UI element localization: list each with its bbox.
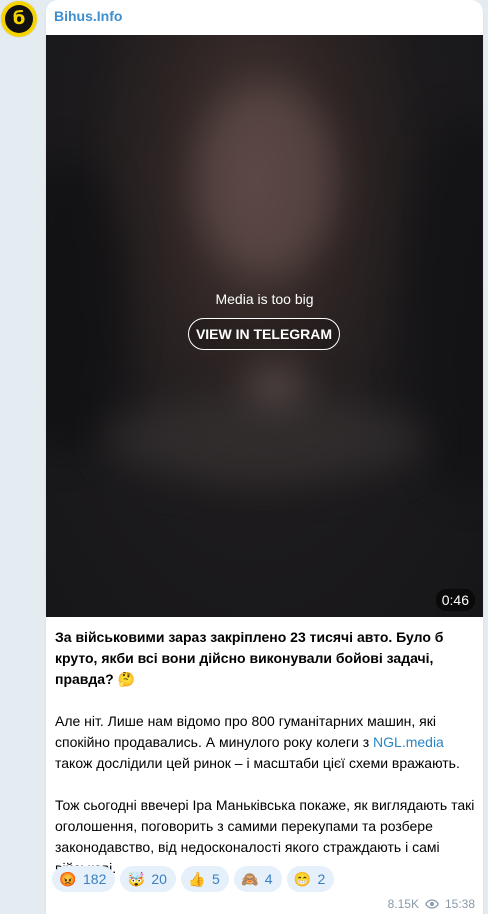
avatar-inner: б (5, 5, 33, 33)
thumbs-up-icon: 👍 (188, 871, 206, 887)
post-paragraph-2: Але ніт. Лише нам відомо про 800 гуманіт… (55, 711, 477, 774)
grinning-face-icon: 😁 (293, 871, 312, 887)
channel-avatar[interactable]: б (1, 1, 37, 37)
reaction-angry[interactable]: 😡 182 (52, 866, 116, 892)
eye-icon (425, 899, 439, 909)
reaction-count: 20 (151, 871, 167, 887)
channel-name[interactable]: Bihus.Info (54, 8, 122, 24)
message-bubble: Bihus.Info Media is too big VIEW IN TELE… (46, 0, 483, 914)
message-time: 15:38 (444, 897, 475, 911)
ngl-media-link[interactable]: NGL.media (373, 734, 444, 750)
reaction-grin[interactable]: 😁 2 (286, 866, 335, 892)
reaction-count: 182 (83, 871, 107, 887)
view-in-telegram-button[interactable]: VIEW IN TELEGRAM (188, 318, 340, 350)
reaction-mind-blown[interactable]: 🤯 20 (120, 866, 176, 892)
angry-face-icon: 😡 (59, 871, 77, 887)
post-paragraph-1: За військовими зараз закріплено 23 тисяч… (55, 629, 444, 687)
reaction-thumbs-up[interactable]: 👍 5 (180, 866, 229, 892)
blur-shape (196, 85, 336, 275)
view-count: 8.15K (387, 897, 419, 911)
post-paragraph-2-end: також дослідили цей ринок – і масштаби ц… (55, 755, 460, 771)
reaction-count: 5 (211, 871, 220, 887)
blur-shape (246, 365, 306, 405)
blur-shape (106, 395, 426, 485)
avatar-letter: б (12, 8, 26, 29)
reactions-bar: 😡 182 🤯 20 👍 5 🙈 4 😁 2 (52, 866, 339, 892)
reaction-count: 2 (317, 871, 326, 887)
see-no-evil-monkey-icon: 🙈 (241, 871, 259, 887)
exploding-head-icon: 🤯 (127, 871, 146, 887)
video-preview[interactable]: Media is too big VIEW IN TELEGRAM 0:46 (46, 35, 483, 617)
message-meta: 8.15K 15:38 (388, 897, 475, 911)
reaction-count: 4 (264, 871, 273, 887)
post-text: За військовими зараз закріплено 23 тисяч… (55, 627, 477, 879)
reaction-see-no-evil[interactable]: 🙈 4 (233, 866, 282, 892)
media-too-big-notice: Media is too big (215, 291, 314, 307)
video-duration: 0:46 (435, 589, 475, 611)
